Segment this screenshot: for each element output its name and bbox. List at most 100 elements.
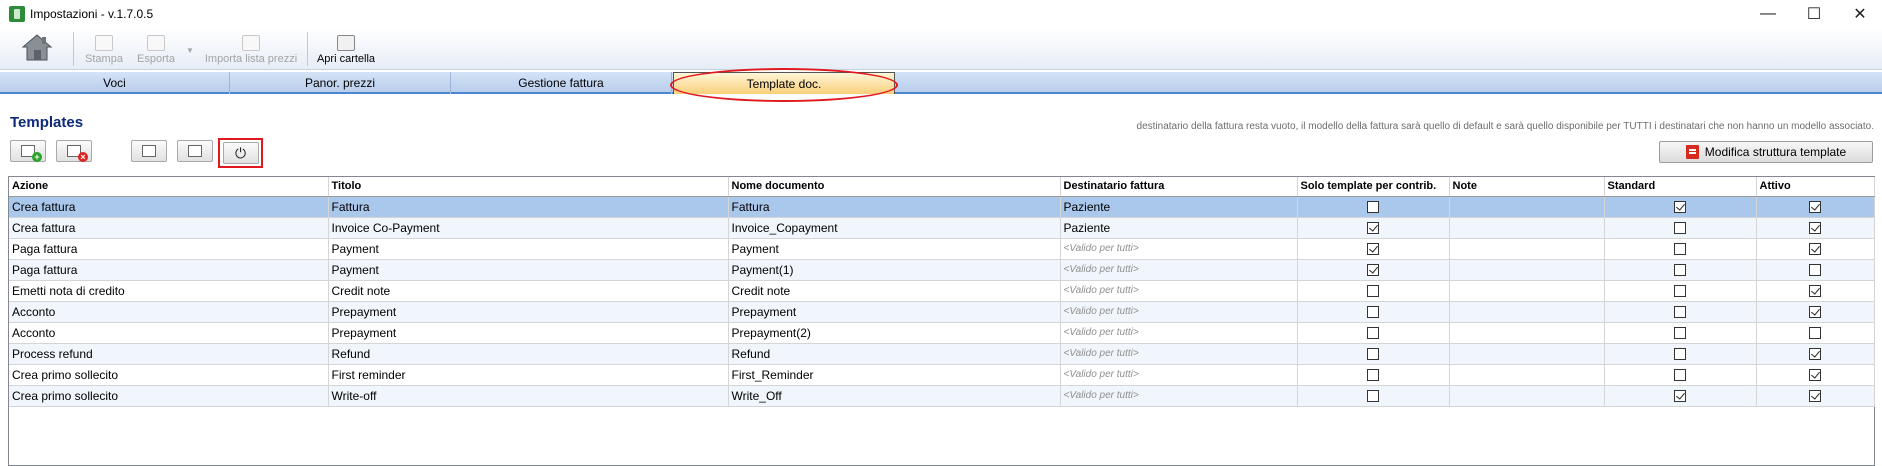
solo-template-checkbox[interactable] [1367,348,1379,361]
cell-destinatario[interactable]: <Valido per tutti> [1060,385,1298,407]
cell-destinatario[interactable]: <Valido per tutti> [1060,322,1298,344]
cell-nome-documento[interactable]: Prepayment [728,301,1061,323]
cell-nome-documento[interactable]: First_Reminder [728,364,1061,386]
cell-azione[interactable]: Acconto [9,301,329,323]
add-template-button[interactable] [10,140,46,162]
column-header-attivo[interactable]: Attivo [1756,177,1875,197]
cell-destinatario[interactable]: <Valido per tutti> [1060,364,1298,386]
cell-nome-documento[interactable]: Refund [728,343,1061,365]
cell-note[interactable] [1449,364,1605,386]
maximize-button[interactable]: ☐ [1791,0,1837,28]
cell-titolo[interactable]: Prepayment [328,301,729,323]
esporta-button[interactable]: Esporta [133,30,179,68]
cell-note[interactable] [1449,259,1605,281]
cell-nome-documento[interactable]: Write_Off [728,385,1061,407]
cell-nome-documento[interactable]: Payment(1) [728,259,1061,281]
cell-destinatario[interactable]: <Valido per tutti> [1060,238,1298,260]
table-row[interactable]: Crea fattura Fattura Fattura Paziente [9,196,1875,218]
cell-titolo[interactable]: Payment [328,259,729,281]
cell-titolo[interactable]: Prepayment [328,322,729,344]
column-header-note[interactable]: Note [1449,177,1605,197]
cell-azione[interactable]: Paga fattura [9,238,329,260]
solo-template-checkbox[interactable] [1367,327,1379,340]
column-header-destinatario[interactable]: Destinatario fattura [1060,177,1298,197]
tab-template-doc[interactable]: Template doc. [673,72,895,94]
cell-azione[interactable]: Crea primo sollecito [9,385,329,407]
cell-note[interactable] [1449,238,1605,260]
standard-checkbox[interactable] [1674,285,1686,298]
cell-destinatario[interactable]: <Valido per tutti> [1060,343,1298,365]
cell-nome-documento[interactable]: Invoice_Copayment [728,217,1061,239]
copy-template-button[interactable] [131,140,167,162]
cell-titolo[interactable]: Invoice Co-Payment [328,217,729,239]
attivo-checkbox[interactable] [1809,222,1821,235]
cell-note[interactable] [1449,385,1605,407]
minimize-button[interactable]: — [1745,0,1791,28]
attivo-checkbox[interactable] [1809,390,1821,403]
cell-azione[interactable]: Paga fattura [9,259,329,281]
cell-note[interactable] [1449,322,1605,344]
cell-note[interactable] [1449,217,1605,239]
table-row[interactable]: Emetti nota di credito Credit note Credit … [9,280,1875,302]
cell-nome-documento[interactable]: Prepayment(2) [728,322,1061,344]
delete-template-button[interactable] [56,140,92,162]
table-row[interactable]: Crea primo sollecito Write-off Write_Off <V… [9,385,1875,407]
cell-nome-documento[interactable]: Payment [728,238,1061,260]
table-row[interactable]: Acconto Prepayment Prepayment <Valido per t… [9,301,1875,323]
tab-gestione-fattura[interactable]: Gestione fattura [451,72,672,94]
activate-toggle-button[interactable]: ⏻ [222,142,259,164]
cell-titolo[interactable]: Credit note [328,280,729,302]
solo-template-checkbox[interactable] [1367,306,1379,319]
cell-note[interactable] [1449,301,1605,323]
stampa-button[interactable]: Stampa [83,30,125,68]
cell-note[interactable] [1449,343,1605,365]
column-header-titolo[interactable]: Titolo [328,177,729,197]
tab-panor-prezzi[interactable]: Panor. prezzi [230,72,451,94]
attivo-checkbox[interactable] [1809,348,1821,361]
attivo-checkbox[interactable] [1809,306,1821,319]
solo-template-checkbox[interactable] [1367,264,1379,277]
attivo-checkbox[interactable] [1809,264,1821,277]
cell-destinatario[interactable]: <Valido per tutti> [1060,301,1298,323]
cell-titolo[interactable]: Fattura [328,196,729,218]
cell-destinatario[interactable]: <Valido per tutti> [1060,259,1298,281]
modifica-struttura-template-button[interactable]: Modifica struttura template [1659,141,1873,163]
standard-checkbox[interactable] [1674,390,1686,403]
column-header-nome-documento[interactable]: Nome documento [728,177,1061,197]
cell-azione[interactable]: Emetti nota di credito [9,280,329,302]
column-header-solo-template[interactable]: Solo template per contrib. [1297,177,1450,197]
edit-template-button[interactable] [177,140,213,162]
close-button[interactable]: ✕ [1837,0,1882,28]
cell-azione[interactable]: Crea primo sollecito [9,364,329,386]
attivo-checkbox[interactable] [1809,327,1821,340]
cell-note[interactable] [1449,280,1605,302]
standard-checkbox[interactable] [1674,327,1686,340]
table-row[interactable]: Crea fattura Invoice Co-Payment Invoice_Co… [9,217,1875,239]
cell-titolo[interactable]: Payment [328,238,729,260]
cell-azione[interactable]: Crea fattura [9,217,329,239]
column-header-azione[interactable]: Azione [9,177,329,197]
solo-template-checkbox[interactable] [1367,222,1379,235]
attivo-checkbox[interactable] [1809,285,1821,298]
standard-checkbox[interactable] [1674,348,1686,361]
standard-checkbox[interactable] [1674,306,1686,319]
cell-nome-documento[interactable]: Fattura [728,196,1061,218]
cell-titolo[interactable]: First reminder [328,364,729,386]
table-row[interactable]: Crea primo sollecito First reminder First_… [9,364,1875,386]
solo-template-checkbox[interactable] [1367,390,1379,403]
cell-titolo[interactable]: Write-off [328,385,729,407]
cell-nome-documento[interactable]: Credit note [728,280,1061,302]
tab-voci[interactable]: Voci [0,72,230,94]
standard-checkbox[interactable] [1674,243,1686,256]
apri-cartella-button[interactable]: Apri cartella [315,30,377,68]
solo-template-checkbox[interactable] [1367,285,1379,298]
attivo-checkbox[interactable] [1809,243,1821,256]
cell-destinatario[interactable]: Paziente [1060,196,1298,218]
chevron-down-icon[interactable]: ▼ [186,46,194,55]
home-button[interactable] [20,32,54,64]
attivo-checkbox[interactable] [1809,369,1821,382]
standard-checkbox[interactable] [1674,201,1686,214]
templates-table[interactable]: Azione Titolo Nome documento Destinatari… [8,176,1875,466]
table-row[interactable]: Paga fattura Payment Payment <Valido per tu… [9,238,1875,260]
cell-note[interactable] [1449,196,1605,218]
